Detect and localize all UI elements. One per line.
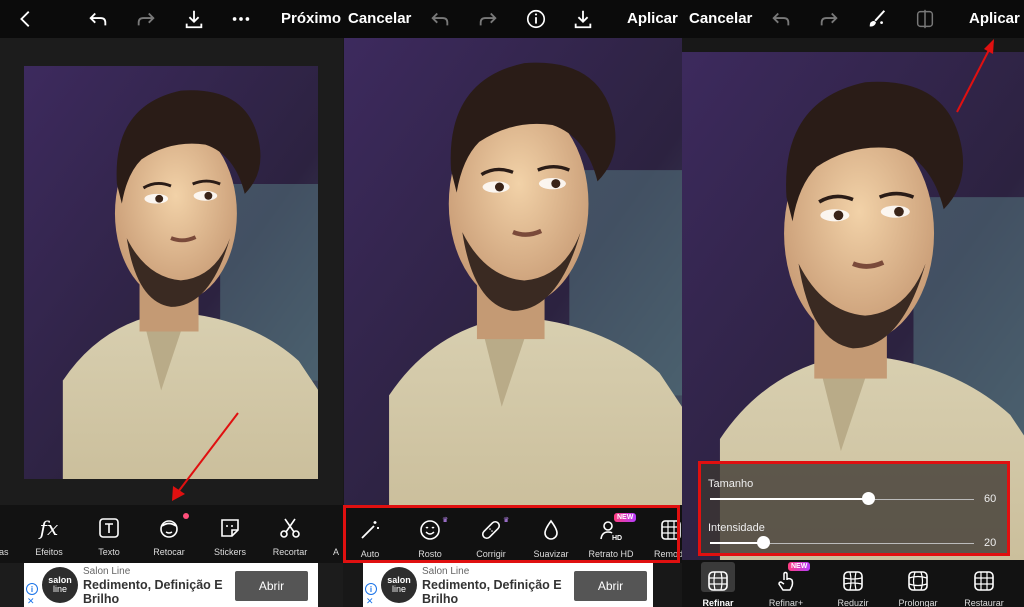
undo-icon[interactable]: [769, 7, 793, 31]
ad-banner[interactable]: i ✕ salon line Salon Line Redimento, Defi…: [363, 563, 653, 607]
tool-label: Refinar+: [768, 598, 804, 607]
tool-label: Retocar: [153, 547, 185, 557]
hand-touch-icon: [773, 568, 799, 594]
ad-logo: salon line: [381, 567, 417, 603]
ad-brand: Salon Line: [422, 566, 470, 577]
text-icon: [96, 515, 122, 541]
ad-logo: salon line: [42, 567, 78, 603]
redo-icon[interactable]: [134, 7, 158, 31]
ad-close-icon[interactable]: ✕: [366, 596, 374, 607]
highlight-box: [343, 505, 680, 563]
download-icon[interactable]: [571, 7, 595, 31]
editor-panel-reshape: Cancelar Aplicar Tamanho 60 Intensidade …: [682, 0, 1024, 607]
info-icon[interactable]: [524, 7, 548, 31]
ad-headline: Redimento, Definição E Brilho: [422, 578, 562, 606]
download-icon[interactable]: [182, 7, 206, 31]
tool-effects[interactable]: fx Efeitos: [19, 515, 79, 557]
refine-grid-icon: [705, 568, 731, 594]
tool-label: Efeitos: [35, 547, 63, 557]
more-icon: [323, 515, 343, 541]
cancel-button[interactable]: Cancelar: [348, 10, 411, 27]
undo-icon[interactable]: [428, 7, 452, 31]
next-button[interactable]: Próximo: [281, 10, 341, 27]
notification-dot: [183, 513, 189, 519]
apply-button[interactable]: Aplicar: [969, 10, 1020, 27]
fx-icon: fx: [39, 516, 59, 540]
scissors-icon: [277, 515, 303, 541]
extend-grid-icon: [905, 568, 931, 594]
brush-icon[interactable]: [865, 7, 889, 31]
ad-banner[interactable]: i ✕ salon line Salon Line Redimento, Defi…: [24, 563, 318, 607]
apply-button[interactable]: Aplicar: [627, 10, 678, 27]
cancel-button[interactable]: Cancelar: [689, 10, 752, 27]
editor-panel-retouch: Cancelar Aplicar Auto ♛ Rosto ♛ Corrigir…: [343, 0, 682, 607]
annotation-arrow: [956, 39, 994, 113]
tool-label: ntas: [0, 547, 9, 557]
paint-icon: [0, 515, 13, 541]
tool-label: Texto: [98, 547, 120, 557]
ad-info-icon[interactable]: i: [26, 583, 38, 595]
tool-label: A: [332, 547, 339, 557]
reduce-grid-icon: [840, 568, 866, 594]
tool-label: Prolongar: [898, 598, 938, 607]
new-badge: NEW: [788, 562, 811, 571]
ad-close-icon[interactable]: ✕: [27, 596, 35, 607]
editor-panel-main: Próximo ntas fx Efeitos Texto Retoca: [0, 0, 343, 607]
tool-bar: ntas fx Efeitos Texto Retocar Stickers: [0, 505, 343, 563]
tool-label: Restaurar: [964, 598, 1004, 607]
ad-open-button[interactable]: Abrir: [235, 571, 308, 601]
top-bar: Cancelar Aplicar: [343, 0, 682, 38]
tool-reduce[interactable]: Reduzir: [823, 568, 883, 607]
ad-info-icon[interactable]: i: [365, 583, 377, 595]
tool-label: Recortar: [272, 547, 308, 557]
tool-refine-plus[interactable]: NEW Refinar+: [756, 562, 816, 607]
tool-stickers[interactable]: Stickers: [200, 515, 260, 557]
sticker-icon: [217, 515, 243, 541]
top-bar: Cancelar Aplicar: [682, 0, 1024, 38]
undo-icon[interactable]: [86, 7, 110, 31]
ad-brand: Salon Line: [83, 566, 131, 577]
more-options-icon[interactable]: [229, 7, 253, 31]
ad-headline: Redimento, Definição E Brilho: [83, 578, 223, 606]
photo-canvas[interactable]: [344, 38, 682, 505]
tool-retouch[interactable]: Retocar: [139, 513, 199, 557]
highlight-box: [698, 461, 1010, 556]
redo-icon[interactable]: [476, 7, 500, 31]
redo-icon[interactable]: [817, 7, 841, 31]
tool-more[interactable]: A: [306, 515, 343, 557]
ad-open-button[interactable]: Abrir: [574, 571, 647, 601]
compare-icon[interactable]: [913, 7, 937, 31]
reshape-tool-bar: Refinar NEW Refinar+ Reduzir Prolongar R…: [682, 560, 1024, 607]
top-bar: Próximo: [0, 0, 343, 38]
tool-label: Refinar: [702, 598, 734, 607]
back-icon[interactable]: [14, 7, 38, 31]
tool-text[interactable]: Texto: [79, 515, 139, 557]
tool-extend[interactable]: Prolongar: [888, 568, 948, 607]
tool-restore[interactable]: Restaurar: [954, 568, 1014, 607]
annotation-arrow: [172, 412, 239, 501]
retouch-face-icon: [156, 515, 182, 541]
restore-grid-icon: [971, 568, 997, 594]
tool-label: Stickers: [213, 547, 246, 557]
tool-refine[interactable]: Refinar: [688, 568, 748, 607]
tool-label: Reduzir: [837, 598, 869, 607]
